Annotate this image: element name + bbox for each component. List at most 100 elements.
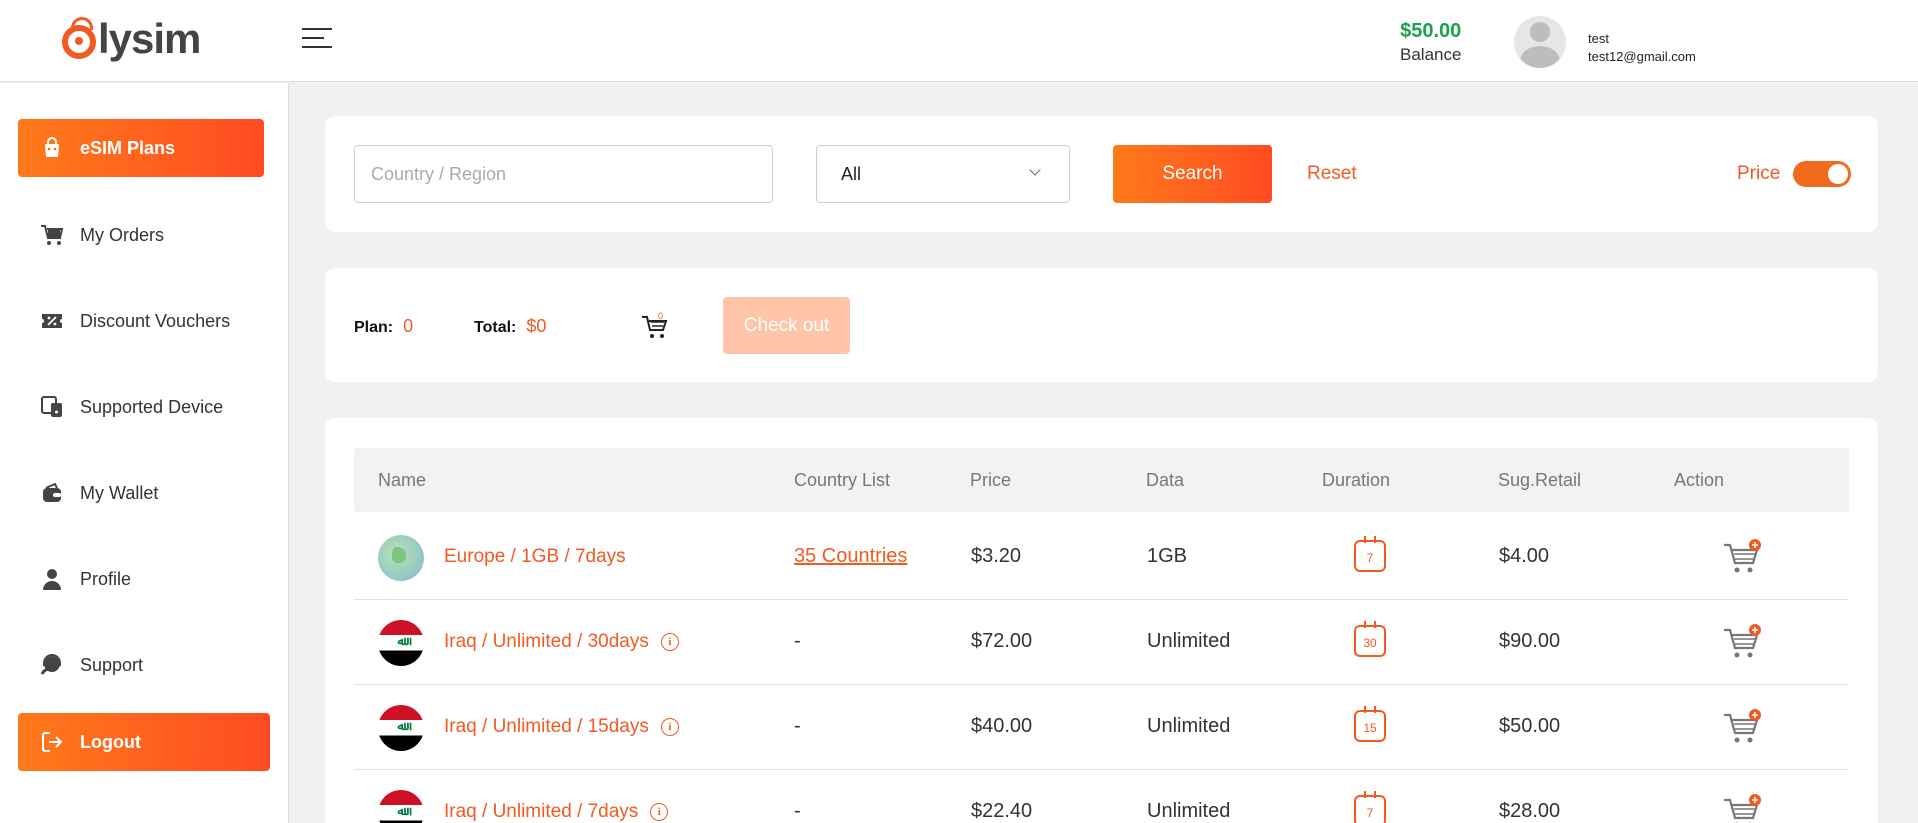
- sidebar-item-support[interactable]: Support: [18, 636, 264, 694]
- cart-count-badge: 0: [658, 311, 664, 321]
- data-cell: Unlimited: [1147, 800, 1231, 822]
- calendar-icon: 30: [1354, 621, 1386, 657]
- data-cell: 1GB: [1147, 545, 1188, 567]
- menu-toggle-icon[interactable]: [302, 28, 332, 50]
- shopping-bag-icon: [40, 136, 64, 160]
- column-header-data: Data: [1146, 470, 1185, 490]
- country-list-cell: -: [794, 800, 801, 822]
- retail-cell: $50.00: [1499, 715, 1561, 737]
- logout-label: Logout: [80, 731, 141, 752]
- support-icon: [40, 653, 64, 677]
- total-label: Total:: [474, 319, 517, 336]
- plan-name-link[interactable]: Europe / 1GB / 7days: [444, 546, 626, 568]
- sidebar-item-supported-device[interactable]: Supported Device: [18, 378, 264, 436]
- column-header-price: Price: [970, 470, 1012, 490]
- logo-text: lysim: [98, 15, 201, 62]
- table-row: ﷲ Iraq / Unlimited / 15days i - $40.00 Un…: [354, 685, 1849, 770]
- type-select-value: All: [841, 163, 862, 184]
- balance-amount: $50.00: [1400, 20, 1462, 42]
- retail-cell: $90.00: [1499, 630, 1561, 652]
- column-header-sug-retail: Sug.Retail: [1498, 470, 1582, 490]
- europe-flag-icon: [378, 535, 424, 581]
- cart-icon: [40, 223, 64, 247]
- add-to-cart-icon[interactable]: [1722, 539, 1762, 575]
- total-stat: Total: $0: [474, 316, 546, 337]
- table-header: Name Country List Price Data Duration Su…: [354, 448, 1849, 512]
- wallet-icon: [40, 481, 64, 505]
- data-cell: Unlimited: [1147, 630, 1231, 652]
- info-icon[interactable]: i: [650, 803, 669, 821]
- price-cell: $72.00: [971, 630, 1033, 652]
- plan-name-link[interactable]: Iraq / Unlimited / 7days i: [444, 801, 669, 823]
- sidebar-item-my-orders[interactable]: My Orders: [18, 206, 264, 264]
- voucher-icon: [40, 309, 64, 333]
- price-cell: $22.40: [971, 800, 1033, 822]
- country-list-cell: -: [794, 715, 801, 737]
- price-cell: $3.20: [971, 545, 1022, 567]
- plan-name-link[interactable]: Iraq / Unlimited / 30days i: [444, 631, 679, 653]
- sidebar-item-label: Support: [80, 654, 144, 675]
- info-icon[interactable]: i: [660, 718, 679, 736]
- user-icon: [40, 567, 64, 591]
- user-email: test12@gmail.com: [1588, 49, 1696, 64]
- search-button[interactable]: Search: [1113, 145, 1272, 203]
- country-list-link[interactable]: 35 Countries: [794, 545, 907, 568]
- data-cell: Unlimited: [1147, 715, 1231, 737]
- chevron-down-icon: [1029, 164, 1041, 176]
- column-header-name: Name: [378, 470, 427, 490]
- sidebar-item-profile[interactable]: Profile: [18, 550, 264, 608]
- calendar-icon: 15: [1354, 706, 1386, 742]
- sidebar-item-label: Discount Vouchers: [80, 310, 231, 331]
- sidebar-item-esim-plans[interactable]: eSIM Plans: [18, 119, 264, 177]
- plans-table: Name Country List Price Data Duration Su…: [325, 418, 1878, 823]
- user-name: test: [1588, 31, 1609, 46]
- type-select[interactable]: All: [816, 145, 1070, 203]
- table-row: Europe / 1GB / 7days 35 Countries $3.20 …: [354, 515, 1849, 600]
- sidebar-item-my-wallet[interactable]: My Wallet: [18, 464, 264, 522]
- logout-icon: [40, 730, 64, 754]
- sidebar-item-label: My Wallet: [80, 482, 159, 503]
- cart-icon[interactable]: [641, 314, 669, 340]
- olysim-logo[interactable]: lysim: [62, 14, 201, 64]
- balance-label: Balance: [1400, 45, 1462, 64]
- iraq-flag-icon: ﷲ: [378, 620, 424, 666]
- column-header-action: Action: [1674, 470, 1725, 490]
- sidebar-item-label: Profile: [80, 568, 132, 589]
- sidebar-item-label: Supported Device: [80, 396, 224, 417]
- sidebar-item-discount-vouchers[interactable]: Discount Vouchers: [18, 292, 264, 350]
- plan-label: Plan:: [354, 319, 394, 336]
- sidebar: eSIM Plans My Orders Discount Vouchers S…: [0, 83, 289, 823]
- add-to-cart-icon[interactable]: [1722, 794, 1762, 823]
- price-toggle-label: Price: [1737, 163, 1781, 184]
- table-row: ﷲ Iraq / Unlimited / 30days i - $72.00 Un…: [354, 600, 1849, 685]
- iraq-flag-icon: ﷲ: [378, 790, 424, 823]
- reset-button[interactable]: Reset: [1307, 163, 1357, 185]
- plan-name-link[interactable]: Iraq / Unlimited / 15days i: [444, 716, 679, 738]
- logout-button[interactable]: Logout: [18, 713, 270, 771]
- top-header: lysim $50.00 Balance test test12@gmail.c…: [0, 0, 1918, 82]
- calendar-icon: 7: [1354, 536, 1386, 572]
- plan-count: 0: [403, 316, 414, 336]
- cart-summary-panel: Plan: 0 Total: $0 0 Check out: [325, 268, 1878, 382]
- price-cell: $40.00: [971, 715, 1033, 737]
- country-region-input[interactable]: [354, 145, 773, 203]
- column-header-duration: Duration: [1322, 470, 1391, 490]
- devices-icon: [40, 395, 64, 419]
- avatar[interactable]: [1514, 16, 1566, 68]
- search-panel: All Search Reset Price: [325, 116, 1878, 232]
- user-info: test test12@gmail.com: [1588, 30, 1696, 66]
- checkout-button[interactable]: Check out: [723, 297, 850, 354]
- add-to-cart-icon[interactable]: [1722, 624, 1762, 660]
- info-icon[interactable]: i: [660, 633, 679, 651]
- column-header-country-list: Country List: [794, 470, 891, 490]
- plan-count-stat: Plan: 0: [354, 316, 413, 337]
- price-toggle[interactable]: [1793, 161, 1851, 187]
- total-value: $0: [526, 316, 547, 336]
- retail-cell: $28.00: [1499, 800, 1561, 822]
- country-list-cell: -: [794, 630, 801, 652]
- table-row: ﷲ Iraq / Unlimited / 7days i - $22.40 Unl…: [354, 770, 1849, 823]
- calendar-icon: 7: [1354, 791, 1386, 823]
- balance-display: $50.00 Balance: [1400, 20, 1461, 65]
- sidebar-item-label: eSIM Plans: [80, 137, 176, 158]
- add-to-cart-icon[interactable]: [1722, 709, 1762, 745]
